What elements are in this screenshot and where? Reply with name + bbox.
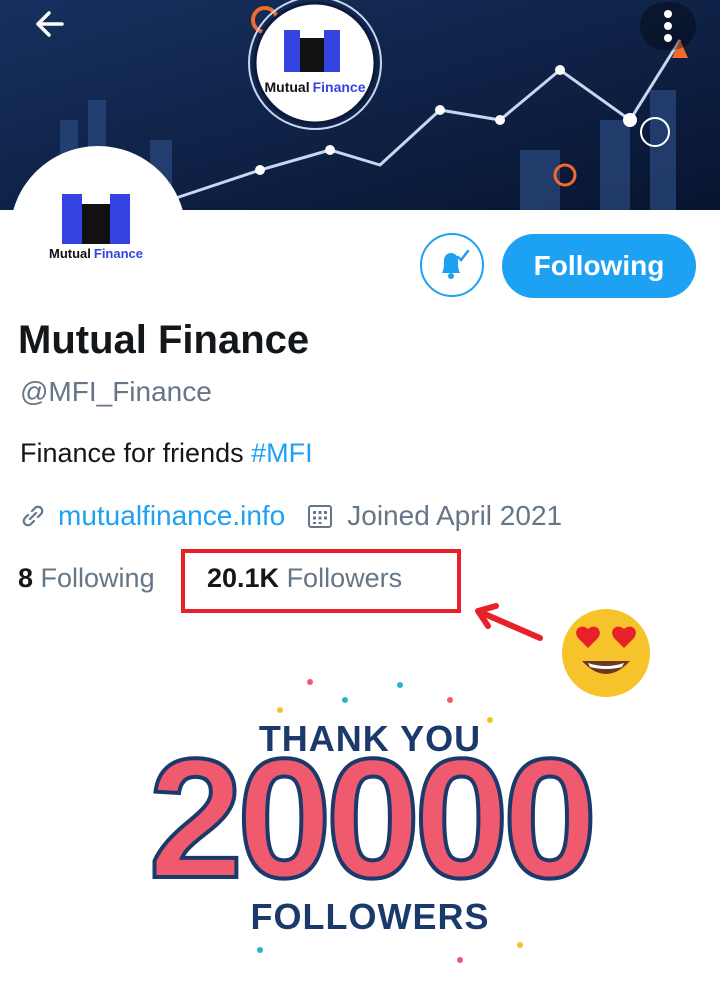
profile-name: Mutual Finance <box>18 318 310 362</box>
svg-text:MutualFinance: Mutual Finance <box>49 246 143 261</box>
avatar-logo-text-2: Finance <box>94 246 143 261</box>
profile-bio: Finance for friends #MFI <box>20 438 313 469</box>
notifications-button[interactable] <box>420 233 484 297</box>
banner-logo-text-1: Mutual <box>264 79 309 95</box>
back-button[interactable] <box>22 5 78 43</box>
svg-text:MutualFinance: Mutual Finance <box>264 79 365 95</box>
red-arrow-annotation <box>475 603 543 641</box>
more-vertical-icon <box>664 10 672 42</box>
notification-bell-icon <box>442 249 470 279</box>
avatar-logo: Mutual Finance <box>49 194 143 261</box>
big-number-text: 20000 <box>149 742 592 892</box>
calendar-icon <box>308 505 333 528</box>
joined-date: Joined April 2021 <box>347 500 563 531</box>
banner-logo-text-2: Finance <box>313 79 366 95</box>
profile-handle: @MFI_Finance <box>20 376 212 407</box>
bio-hashtag-link[interactable]: #MFI <box>251 438 313 468</box>
website-link[interactable]: mutualfinance.info <box>58 500 285 532</box>
following-label: Following <box>33 563 155 593</box>
bio-text: Finance for friends <box>20 438 252 468</box>
back-arrow-icon <box>36 11 64 37</box>
avatar-logo-text-1: Mutual <box>49 246 91 261</box>
following-stat[interactable]: 8 Following <box>18 563 155 594</box>
following-count: 8 <box>18 563 34 593</box>
followers-heading: FOLLOWERS <box>250 896 490 937</box>
thank-you-graphic: THANK YOU 20000 FOLLOWERS <box>100 660 640 980</box>
profile-meta: mutualfinance.info Joined April 2021 <box>18 500 562 532</box>
big-number-graphic: 20000 <box>147 742 600 892</box>
link-icon <box>22 505 44 527</box>
followers-highlight-box <box>181 549 461 613</box>
following-button[interactable]: Following <box>502 234 696 298</box>
more-options-button[interactable] <box>640 2 696 50</box>
avatar[interactable]: Mutual Finance <box>10 146 186 322</box>
